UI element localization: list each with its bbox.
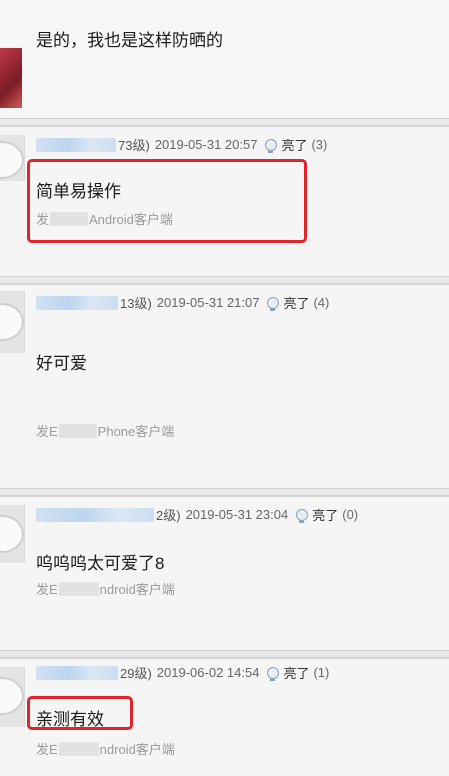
comment-separator <box>0 276 449 284</box>
lightbulb-icon[interactable] <box>267 666 280 681</box>
highlight-box <box>27 696 133 730</box>
comment-separator <box>0 118 449 126</box>
comment-date: 2019-06-02 14:54 <box>156 665 260 680</box>
avatar[interactable] <box>0 135 25 181</box>
comment-text: 是的，我也是这样防晒的 <box>36 31 223 50</box>
comment-text: 呜呜呜太可爱了8 <box>36 554 165 573</box>
user-level: 29级) <box>120 666 152 681</box>
client-blurred <box>58 423 97 438</box>
lightbulb-icon[interactable] <box>267 296 280 311</box>
client-info: 发E ndroid客户端 <box>36 739 175 758</box>
username-blurred[interactable] <box>36 665 118 680</box>
username-blurred[interactable] <box>36 137 116 152</box>
avatar-face <box>0 141 24 179</box>
avatar-face <box>0 515 24 553</box>
comment-date: 2019-05-31 20:57 <box>154 137 258 152</box>
username-blurred[interactable] <box>36 507 154 522</box>
client-prefix: 发E <box>36 424 58 439</box>
comment-meta: 2级) 2019-05-31 23:04 亮了 (0) <box>36 505 358 524</box>
username-blurred[interactable] <box>36 295 118 310</box>
like-button[interactable]: 亮了 <box>283 293 309 312</box>
comment-date: 2019-05-31 21:07 <box>156 295 260 310</box>
client-info: 发E Phone客户端 <box>36 421 174 440</box>
like-button[interactable]: 亮了 <box>312 505 338 524</box>
avatar[interactable] <box>0 505 25 563</box>
comment-meta: 29级) 2019-06-02 14:54 亮了 (1) <box>36 663 329 682</box>
comment-item: 13级) 2019-05-31 21:07 亮了 (4) 好可爱 发E Phone… <box>0 284 449 488</box>
highlight-box <box>27 159 307 243</box>
like-button[interactable]: 亮了 <box>283 663 309 682</box>
like-count: (0) <box>342 507 359 522</box>
user-level: 73级) <box>118 138 150 153</box>
client-name: Phone客户端 <box>97 424 175 439</box>
client-name: ndroid客户端 <box>99 742 175 757</box>
avatar[interactable] <box>0 48 22 108</box>
user-level: 13级) <box>120 296 152 311</box>
like-count: (4) <box>313 295 330 310</box>
client-blurred <box>58 741 99 756</box>
lightbulb-icon[interactable] <box>296 508 309 523</box>
comment-meta: 73级) 2019-05-31 20:57 亮了 (3) <box>36 135 327 154</box>
comment-item: 73级) 2019-05-31 20:57 亮了 (3) 简单易操作 发 Andr… <box>0 126 449 276</box>
like-count: (1) <box>313 665 330 680</box>
comment-item: 2级) 2019-05-31 23:04 亮了 (0) 呜呜呜太可爱了8 发E n… <box>0 496 449 650</box>
comment-meta: 13级) 2019-05-31 21:07 亮了 (4) <box>36 293 329 312</box>
user-level: 2级) <box>156 508 181 523</box>
like-count: (3) <box>311 137 328 152</box>
avatar-face <box>0 677 24 715</box>
comment-separator <box>0 488 449 496</box>
comment-text: 好可爱 <box>36 354 87 373</box>
client-prefix: 发E <box>36 582 58 597</box>
avatar[interactable] <box>0 667 25 727</box>
comment-item: 是的，我也是这样防晒的 <box>0 0 449 118</box>
lightbulb-icon[interactable] <box>265 138 278 153</box>
client-info: 发E ndroid客户端 <box>36 579 175 598</box>
comment-separator <box>0 650 449 658</box>
avatar[interactable] <box>0 291 25 353</box>
like-button[interactable]: 亮了 <box>281 135 307 154</box>
client-prefix: 发E <box>36 742 58 757</box>
avatar-face <box>0 303 24 341</box>
client-name: ndroid客户端 <box>99 582 175 597</box>
comment-date: 2019-05-31 23:04 <box>185 507 289 522</box>
client-blurred <box>58 581 99 596</box>
comment-item: 29级) 2019-06-02 14:54 亮了 (1) 亲测有效 发E ndro… <box>0 658 449 776</box>
